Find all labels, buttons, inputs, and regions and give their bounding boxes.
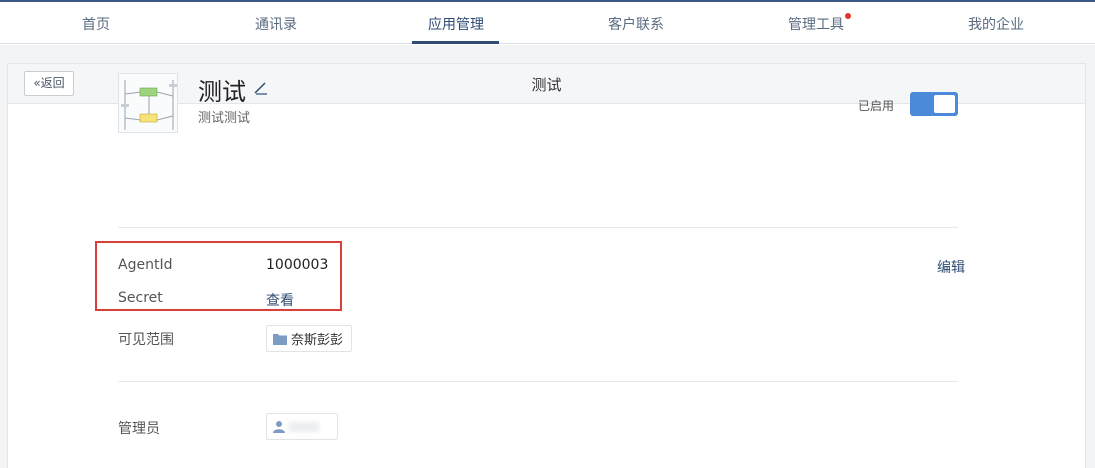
department-chip[interactable]: 奈斯彭彭 (266, 325, 353, 352)
agentid-value: 1000003 (266, 257, 329, 273)
divider (118, 381, 958, 382)
edit-link[interactable]: 编辑 (937, 257, 965, 277)
status-label: 已启用 (858, 99, 895, 113)
notification-dot (845, 13, 851, 19)
active-tab-indicator (412, 41, 499, 44)
agentid-label: AgentId (118, 257, 173, 273)
admin-name-blurred (289, 421, 319, 432)
admin-label: 管理员 (118, 421, 160, 437)
user-icon (273, 421, 285, 433)
nav-customer-contact[interactable]: 客户联系 (586, 14, 686, 44)
toggle-knob (934, 95, 955, 113)
view-secret-link[interactable]: 查看 (266, 290, 294, 310)
department-name: 奈斯彭彭 (291, 333, 344, 348)
secret-label: Secret (118, 290, 163, 306)
divider (118, 227, 958, 228)
enable-toggle[interactable] (910, 92, 958, 116)
nav-contacts[interactable]: 通讯录 (226, 14, 326, 44)
nav-app-management[interactable]: 应用管理 (406, 14, 506, 44)
folder-icon (273, 333, 287, 345)
app-name: 测试 (198, 78, 246, 106)
edit-pencil-icon[interactable] (252, 78, 270, 96)
nav-home[interactable]: 首页 (46, 14, 146, 44)
app-description: 测试测试 (198, 111, 251, 126)
admin-chip[interactable] (266, 413, 338, 440)
top-navigation: 首页 通讯录 应用管理 客户联系 管理工具 我的企业 (0, 0, 1095, 44)
app-logo[interactable] (118, 73, 178, 133)
flowchart-thumbnail-icon (119, 74, 177, 132)
nav-my-enterprise[interactable]: 我的企业 (946, 14, 1046, 44)
visibility-label: 可见范围 (118, 332, 174, 348)
nav-management-tools[interactable]: 管理工具 (766, 14, 866, 44)
